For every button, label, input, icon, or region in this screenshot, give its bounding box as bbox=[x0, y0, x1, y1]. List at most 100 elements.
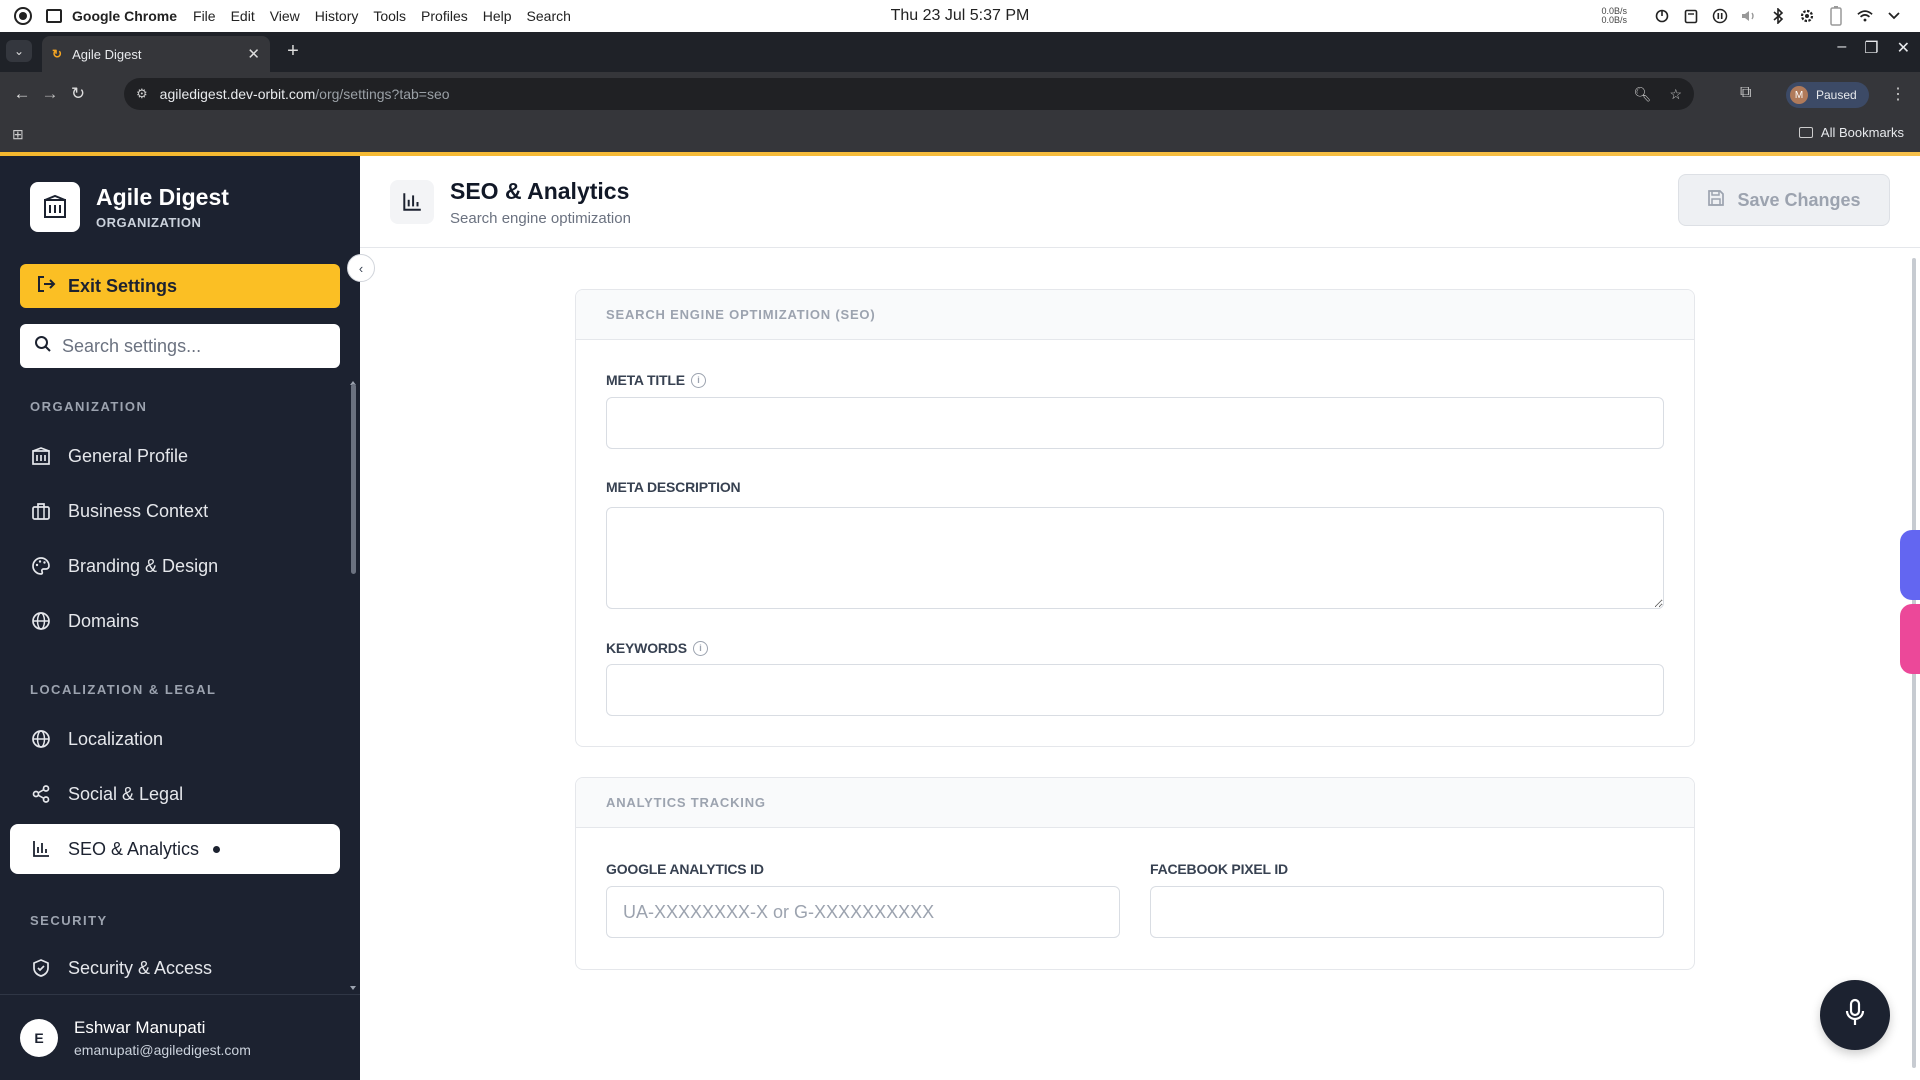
voice-assistant-button[interactable] bbox=[1820, 980, 1890, 1050]
pause-icon[interactable] bbox=[1712, 8, 1728, 24]
address-bar[interactable]: ⚙ agiledigest.dev-orbit.com/org/settings… bbox=[124, 78, 1694, 110]
bluetooth-icon[interactable] bbox=[1770, 8, 1786, 24]
sidebar-item-label: Business Context bbox=[68, 500, 209, 521]
menu-tools[interactable]: Tools bbox=[373, 8, 406, 24]
apps-grid-icon[interactable]: ⊞ bbox=[12, 126, 24, 143]
agile-digest-favicon-icon: ↻ bbox=[52, 47, 63, 61]
app-window-icon bbox=[46, 9, 62, 23]
bar-chart-icon bbox=[390, 180, 434, 224]
google-analytics-label: GOOGLE ANALYTICS ID bbox=[606, 861, 764, 877]
url-path: /org/settings?tab=seo bbox=[315, 86, 450, 102]
sidebar-item-business-context[interactable]: Business Context bbox=[10, 486, 340, 536]
settings-sidebar: Agile Digest ORGANIZATION Exit Settings … bbox=[0, 156, 360, 1080]
globe-icon bbox=[30, 728, 52, 750]
forward-arrow-icon[interactable]: → bbox=[36, 84, 64, 104]
sidebar-item-security-access[interactable]: Security & Access bbox=[10, 943, 340, 993]
menu-file[interactable]: File bbox=[193, 8, 216, 24]
sidebar-item-seo-analytics[interactable]: SEO & Analytics bbox=[10, 824, 340, 874]
settings-search-input[interactable] bbox=[62, 335, 322, 357]
tab-close-icon[interactable]: ✕ bbox=[247, 45, 260, 63]
activities-icon[interactable] bbox=[14, 7, 32, 25]
settings-icon[interactable] bbox=[1799, 8, 1815, 24]
window-close-icon[interactable]: ✕ bbox=[1897, 38, 1910, 58]
sidebar-scrollbar[interactable] bbox=[351, 384, 356, 574]
microphone-icon bbox=[1843, 998, 1867, 1033]
page-title: SEO & Analytics bbox=[450, 178, 630, 204]
exit-icon bbox=[36, 275, 56, 298]
google-analytics-input[interactable] bbox=[606, 886, 1120, 938]
save-changes-button[interactable]: Save Changes bbox=[1678, 174, 1890, 226]
settings-search bbox=[20, 324, 340, 368]
avatar: E bbox=[20, 1018, 58, 1057]
sidebar-item-domains[interactable]: Domains bbox=[10, 596, 340, 646]
feedback-side-tab[interactable] bbox=[1900, 530, 1920, 600]
sidebar-item-branding-design[interactable]: Branding & Design bbox=[10, 541, 340, 591]
user-name: Eshwar Manupati bbox=[74, 1017, 206, 1037]
menu-view[interactable]: View bbox=[270, 8, 300, 24]
zoom-icon[interactable]: 🔍︎ bbox=[1634, 86, 1652, 103]
all-bookmarks-button[interactable]: All Bookmarks bbox=[1798, 125, 1904, 140]
minimize-icon[interactable]: – bbox=[1837, 38, 1846, 58]
facebook-pixel-input[interactable] bbox=[1150, 886, 1664, 938]
new-tab-plus-icon[interactable]: + bbox=[282, 40, 304, 63]
menu-edit[interactable]: Edit bbox=[231, 8, 255, 24]
seo-card-heading: SEARCH ENGINE OPTIMIZATION (SEO) bbox=[576, 290, 1694, 340]
info-icon[interactable]: i bbox=[692, 640, 708, 656]
clipboard-icon[interactable] bbox=[1683, 8, 1699, 24]
keywords-input[interactable] bbox=[606, 664, 1664, 716]
chrome-menu-icon[interactable]: ⋮ bbox=[1890, 84, 1906, 104]
browser-toolbar: ← → ↻ ⚙ agiledigest.dev-orbit.com/org/se… bbox=[0, 72, 1920, 116]
profile-avatar: M bbox=[1790, 86, 1808, 104]
battery-icon[interactable] bbox=[1828, 6, 1844, 26]
browser-tab-agile-digest[interactable]: ↻ Agile Digest ✕ bbox=[42, 36, 270, 72]
reload-icon[interactable]: ↻ bbox=[64, 84, 92, 104]
section-label-organization: ORGANIZATION bbox=[30, 399, 148, 414]
window-controls: – ❐ ✕ bbox=[1837, 38, 1910, 58]
section-label-security: SECURITY bbox=[30, 913, 108, 928]
browser-tab-strip: ⌄ ↻ Agile Digest ✕ + – ❐ ✕ bbox=[0, 32, 1920, 72]
menu-search[interactable]: Search bbox=[527, 8, 571, 24]
sidebar-item-label: Social & Legal bbox=[68, 783, 184, 804]
folder-icon bbox=[1798, 127, 1813, 138]
system-menu-icon[interactable] bbox=[1886, 8, 1902, 24]
bookmark-star-icon[interactable]: ☆ bbox=[1669, 86, 1682, 103]
org-brand: Agile Digest ORGANIZATION bbox=[30, 182, 229, 232]
net-down: 0.0B/s bbox=[1601, 15, 1627, 25]
bar-chart-icon bbox=[30, 838, 52, 860]
meta-description-textarea[interactable] bbox=[606, 507, 1664, 609]
wifi-icon[interactable] bbox=[1857, 8, 1873, 24]
site-info-icon[interactable]: ⚙ bbox=[136, 86, 148, 102]
globe-icon bbox=[30, 610, 52, 632]
tab-search-chevron-icon[interactable]: ⌄ bbox=[6, 40, 32, 62]
sidebar-item-general-profile[interactable]: General Profile bbox=[10, 431, 340, 481]
help-side-tab[interactable] bbox=[1900, 604, 1920, 674]
user-profile-footer[interactable]: E Eshwar Manupati emanupati@agiledigest.… bbox=[0, 994, 360, 1080]
os-app-name[interactable]: Google Chrome bbox=[72, 8, 177, 24]
sidebar-item-label: SEO & Analytics bbox=[68, 838, 200, 859]
power-icon[interactable] bbox=[1654, 8, 1670, 24]
extensions-puzzle-icon[interactable]: ⧉ bbox=[1740, 84, 1751, 102]
volume-icon[interactable] bbox=[1741, 8, 1757, 24]
org-name: Agile Digest bbox=[96, 184, 229, 210]
exit-settings-button[interactable]: Exit Settings bbox=[20, 264, 340, 308]
menu-profiles[interactable]: Profiles bbox=[421, 8, 468, 24]
meta-title-input[interactable] bbox=[606, 397, 1664, 449]
collapse-sidebar-chevron-icon[interactable]: ‹ bbox=[347, 254, 375, 282]
org-type: ORGANIZATION bbox=[96, 215, 202, 230]
profile-button[interactable]: M Paused bbox=[1786, 82, 1869, 108]
menu-help[interactable]: Help bbox=[483, 8, 512, 24]
keywords-label: KEYWORDS i bbox=[606, 640, 708, 656]
sidebar-item-label: General Profile bbox=[68, 445, 189, 466]
menu-history[interactable]: History bbox=[315, 8, 359, 24]
info-icon[interactable]: i bbox=[690, 372, 706, 388]
sidebar-scroll-down-icon[interactable] bbox=[350, 986, 356, 990]
sidebar-item-localization[interactable]: Localization bbox=[10, 714, 340, 764]
sidebar-item-social-legal[interactable]: Social & Legal bbox=[10, 769, 340, 819]
meta-title-label: META TITLE i bbox=[606, 372, 706, 388]
back-arrow-icon[interactable]: ← bbox=[8, 84, 36, 104]
maximize-icon[interactable]: ❐ bbox=[1864, 38, 1878, 58]
analytics-card: ANALYTICS TRACKING GOOGLE ANALYTICS ID F… bbox=[575, 777, 1695, 970]
network-speed: 0.0B/s 0.0B/s bbox=[1601, 7, 1627, 25]
profile-status: Paused bbox=[1816, 88, 1857, 102]
palette-icon bbox=[30, 555, 52, 577]
